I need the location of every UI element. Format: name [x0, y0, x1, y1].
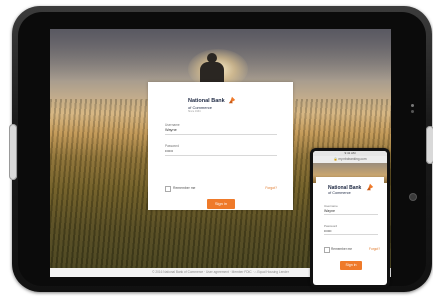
username-label: Username: [165, 123, 180, 127]
phone-sign-in-button[interactable]: Sign in: [340, 261, 362, 270]
phone-password-input[interactable]: ••••••: [324, 229, 378, 235]
phone-username-input[interactable]: Wayne: [324, 209, 378, 215]
remember-checkbox[interactable]: [165, 186, 171, 192]
tablet-sensor-icon: [411, 104, 414, 107]
bank-tagline: Since 1934: [188, 110, 201, 113]
phone-remember-label: Remember me: [331, 247, 353, 251]
tablet-home-button: [426, 126, 433, 164]
bank-name: National Bank: [188, 98, 225, 104]
remember-label: Remember me: [173, 186, 196, 190]
password-input[interactable]: ••••••: [165, 149, 277, 156]
bank-logo: National Bank of Commerce Since 1934: [188, 96, 258, 114]
phone-bank-name-sub: of Commerce: [328, 191, 351, 195]
phone-password-label: Password: [324, 224, 338, 228]
phone-login-card: National Bank of Commerce Username Wayne…: [316, 177, 384, 277]
password-label: Password: [165, 144, 179, 148]
phone-forgot-link[interactable]: Forgot?: [369, 247, 380, 251]
orange-flame-icon: [366, 183, 374, 191]
phone-screen: 9:41 AM 🔒 my.nbcbanking.com National Ban…: [313, 151, 387, 285]
sign-in-button[interactable]: Sign in: [207, 199, 235, 209]
tablet-camera-icon: [410, 194, 416, 200]
phone-remember-checkbox[interactable]: [324, 247, 330, 253]
username-input[interactable]: Wayne: [165, 128, 277, 135]
phone-frame: 9:41 AM 🔒 my.nbcbanking.com National Ban…: [310, 148, 390, 288]
tablet-side-button: [9, 124, 17, 180]
login-card: National Bank of Commerce Since 1934 Use…: [148, 82, 293, 210]
phone-bank-logo: National Bank of Commerce: [328, 183, 374, 195]
orange-flame-icon: [228, 96, 236, 104]
phone-username-label: Username: [324, 204, 338, 208]
forgot-link[interactable]: Forgot?: [265, 186, 277, 190]
